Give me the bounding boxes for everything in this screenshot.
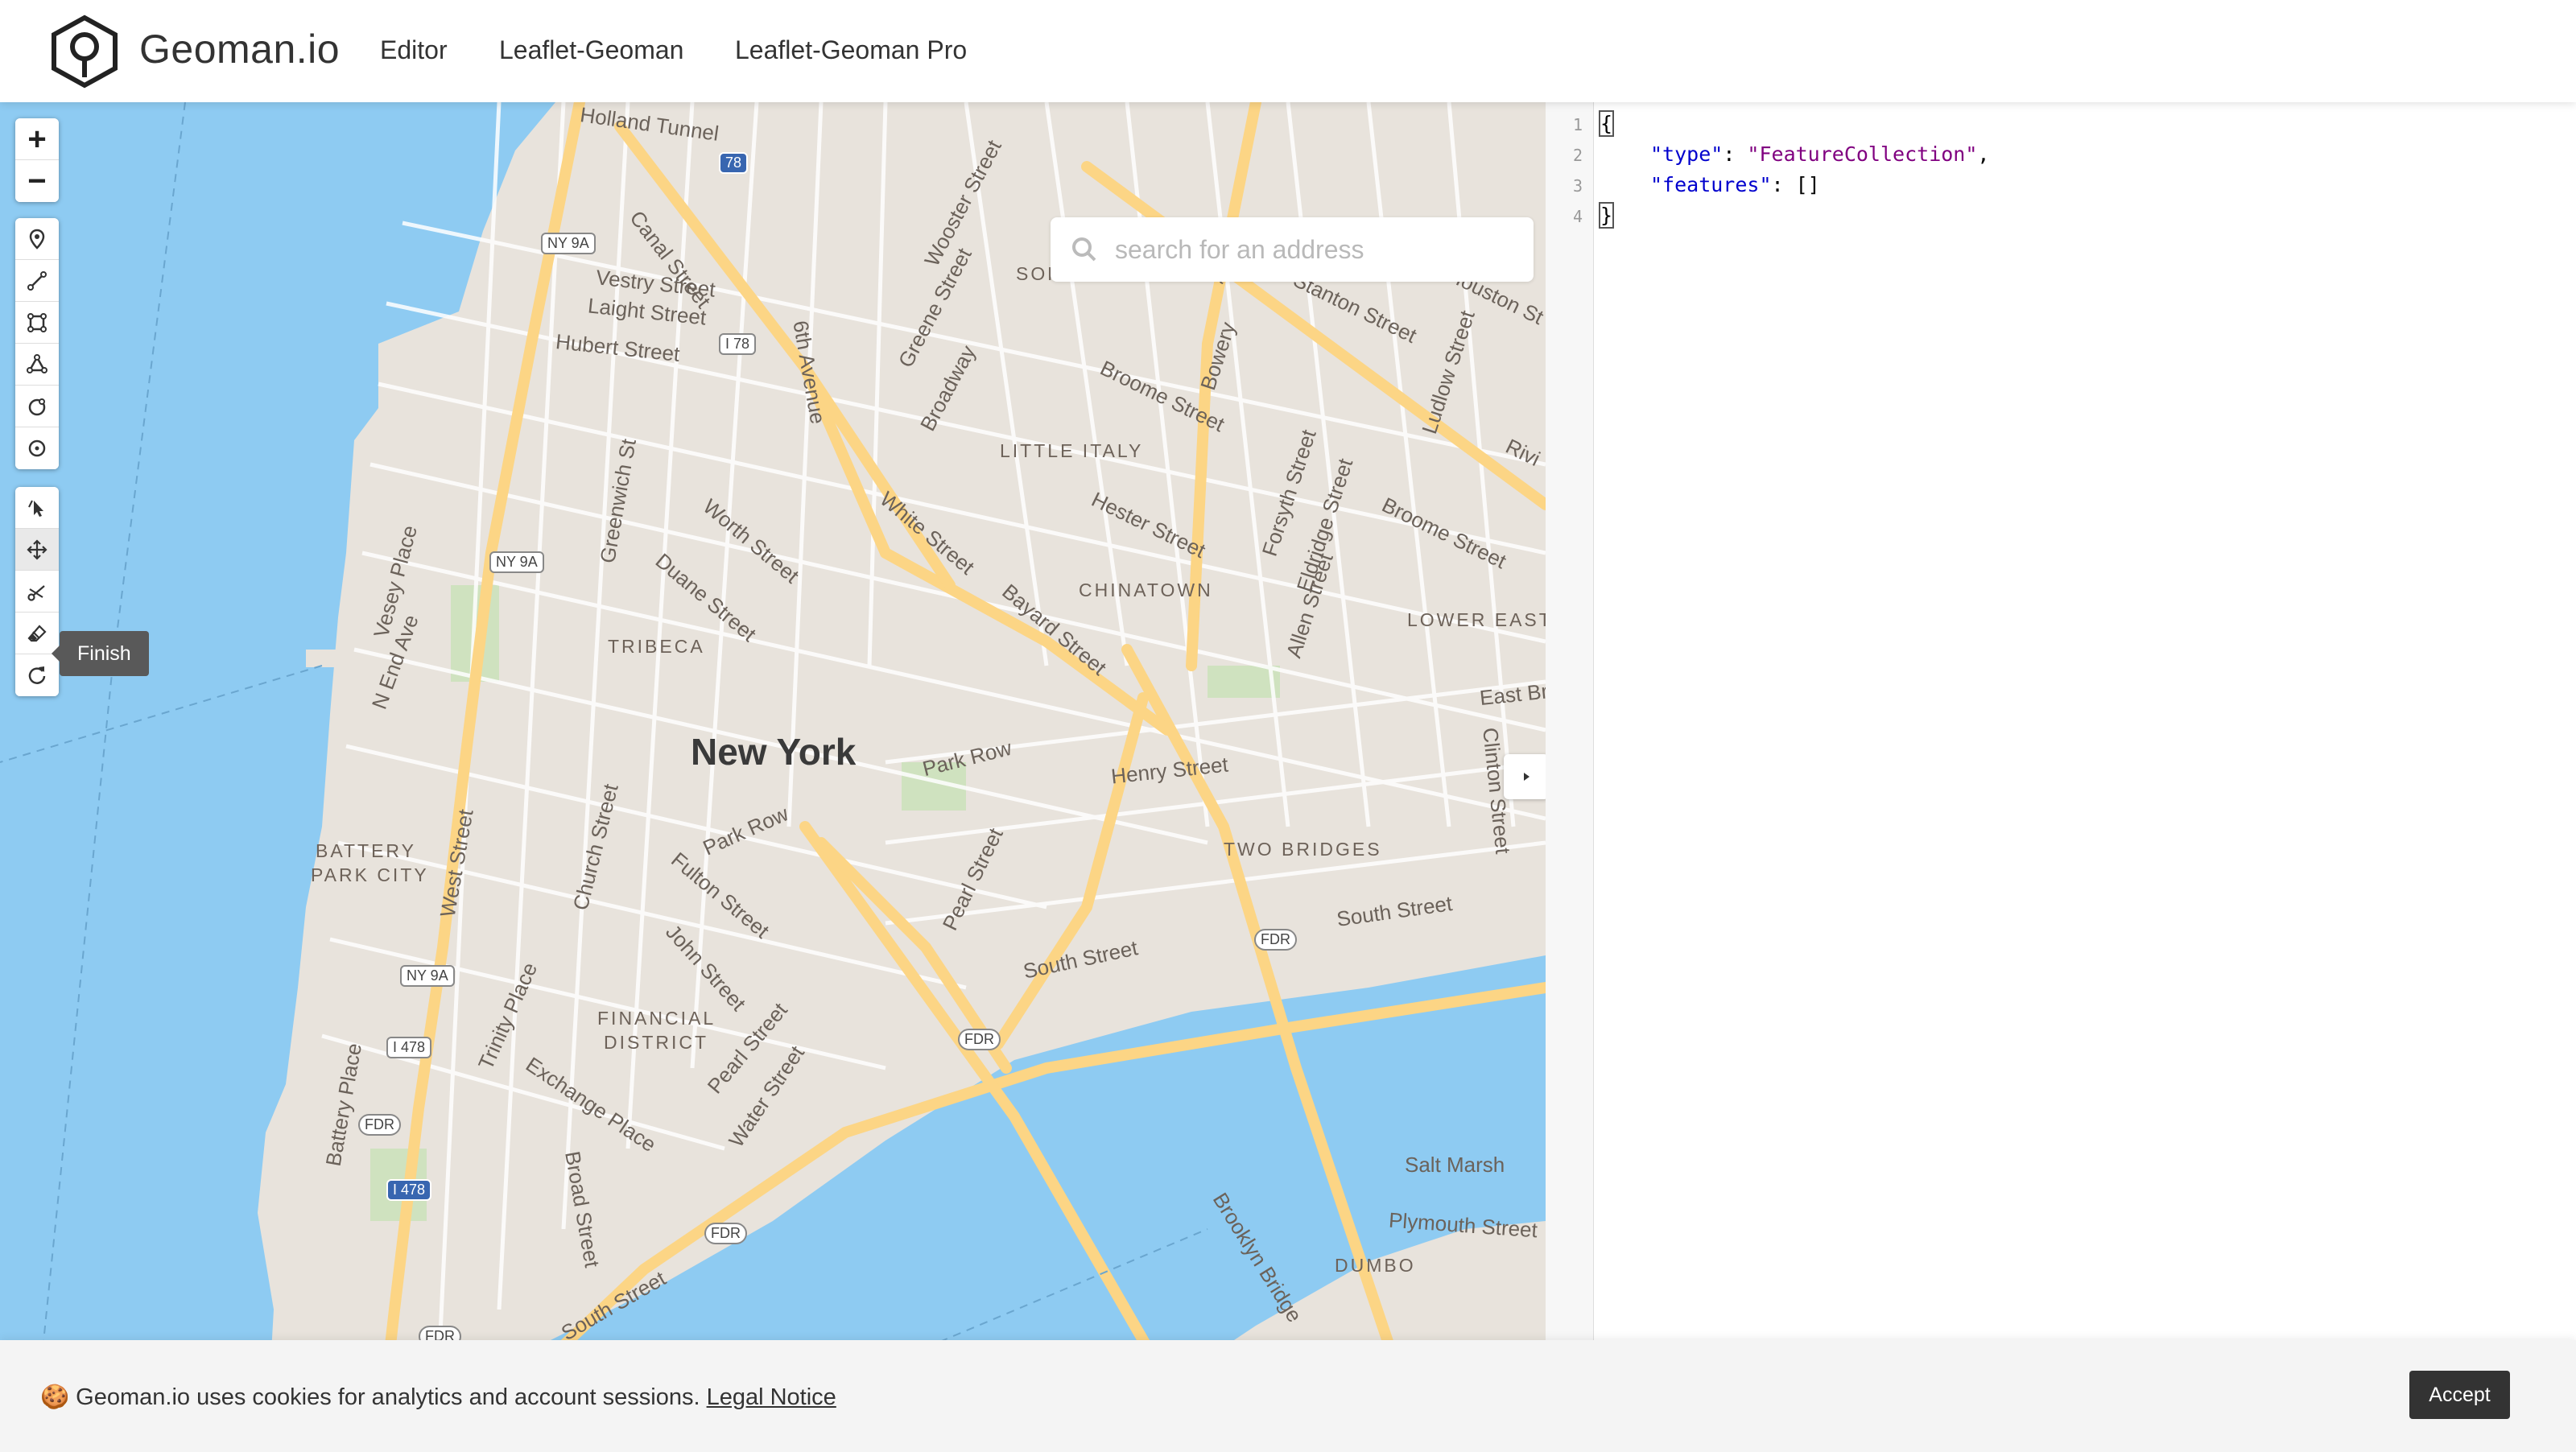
line-number: 2 — [1572, 146, 1583, 165]
open-brace: { — [1598, 110, 1615, 137]
zoom-out-button[interactable]: − — [15, 160, 59, 202]
draw-circle-button[interactable] — [15, 386, 59, 427]
nav-editor[interactable]: Editor — [380, 35, 448, 65]
code-line-2[interactable]: "type": "FeatureCollection", — [1650, 142, 1989, 166]
circle-icon — [28, 398, 46, 415]
geoman-logo-icon[interactable] — [48, 14, 121, 89]
json-array: [] — [1795, 173, 1820, 196]
cut-icon — [27, 584, 45, 601]
legal-notice-link[interactable]: Legal Notice — [707, 1384, 836, 1410]
line-number: 1 — [1572, 115, 1583, 134]
draw-circle-marker-button[interactable] — [15, 427, 59, 469]
polygon-icon — [27, 353, 47, 373]
route-shield: I 478 — [386, 1037, 432, 1058]
edit-toolbar — [15, 487, 59, 696]
accept-cookies-button[interactable]: Accept — [2409, 1371, 2510, 1419]
route-shield: I 78 — [719, 333, 757, 355]
cookie-text: Geoman.io uses cookies for analytics and… — [76, 1384, 700, 1410]
nav-leaflet-geoman-pro[interactable]: Leaflet-Geoman Pro — [735, 35, 967, 65]
polyline-icon — [27, 270, 47, 291]
marker-icon — [29, 229, 45, 250]
cut-mode-button[interactable] — [15, 571, 59, 613]
search-icon — [1072, 237, 1096, 262]
geojson-editor[interactable]: 1 2 3 4 { "type": "FeatureCollection", "… — [1546, 102, 2576, 1452]
interstate-shield: 78 — [719, 152, 749, 174]
line-number: 3 — [1572, 176, 1583, 196]
line-number-gutter: 1 2 3 4 — [1546, 102, 1594, 1452]
edit-icon — [28, 500, 43, 517]
route-shield: NY 9A — [541, 233, 596, 254]
edit-mode-button[interactable] — [15, 487, 59, 529]
draw-rectangle-button[interactable] — [15, 302, 59, 344]
draw-marker-button[interactable] — [15, 218, 59, 260]
brand-name[interactable]: Geoman.io — [139, 26, 340, 72]
json-string: "FeatureCollection" — [1747, 142, 1978, 166]
json-colon: : — [1771, 173, 1796, 196]
eraser-icon — [27, 624, 47, 641]
code-line-1[interactable]: { — [1598, 110, 1615, 137]
draw-toolbar — [15, 218, 59, 469]
code-line-3[interactable]: "features": [] — [1650, 173, 1820, 196]
zoom-in-button[interactable]: + — [15, 118, 59, 160]
rotate-icon — [28, 666, 46, 684]
route-shield: FDR — [358, 1114, 401, 1136]
route-shield: FDR — [958, 1029, 1001, 1050]
line-number: 4 — [1572, 207, 1583, 226]
address-search-box — [1051, 217, 1534, 282]
route-shield: FDR — [1254, 929, 1297, 951]
zoom-control: + − — [15, 118, 59, 202]
json-key: "type" — [1650, 142, 1724, 166]
close-brace: } — [1598, 202, 1615, 229]
drag-mode-button[interactable] — [15, 529, 59, 571]
json-colon: : — [1723, 142, 1748, 166]
route-shield: NY 9A — [400, 965, 455, 987]
draw-polyline-button[interactable] — [15, 260, 59, 302]
interstate-shield: I 478 — [386, 1179, 432, 1201]
cookie-message: 🍪 Geoman.io uses cookies for analytics a… — [40, 1384, 836, 1411]
nav-leaflet-geoman[interactable]: Leaflet-Geoman — [499, 35, 683, 65]
cookie-icon: 🍪 — [40, 1384, 70, 1410]
map-canvas[interactable]: + − Finish search for an address New Yor… — [0, 102, 1546, 1452]
finish-tooltip[interactable]: Finish — [52, 631, 149, 676]
json-comma: , — [1977, 142, 1990, 166]
drag-icon — [27, 538, 47, 560]
top-navbar: Geoman.io Editor Leaflet-Geoman Leaflet-… — [0, 0, 2576, 102]
cookie-banner: 🍪 Geoman.io uses cookies for analytics a… — [0, 1340, 2576, 1452]
map-basemap — [0, 102, 1546, 1452]
address-search-input[interactable] — [1115, 230, 1517, 269]
toggle-panel-button[interactable] — [1504, 754, 1546, 799]
code-line-4[interactable]: } — [1598, 202, 1615, 229]
caret-right-icon — [1524, 773, 1530, 781]
route-shield: FDR — [704, 1223, 747, 1244]
rectangle-icon — [27, 312, 47, 332]
route-shield: NY 9A — [489, 551, 544, 573]
circle-marker-icon — [28, 439, 46, 457]
draw-polygon-button[interactable] — [15, 344, 59, 386]
json-key: "features" — [1650, 173, 1772, 196]
